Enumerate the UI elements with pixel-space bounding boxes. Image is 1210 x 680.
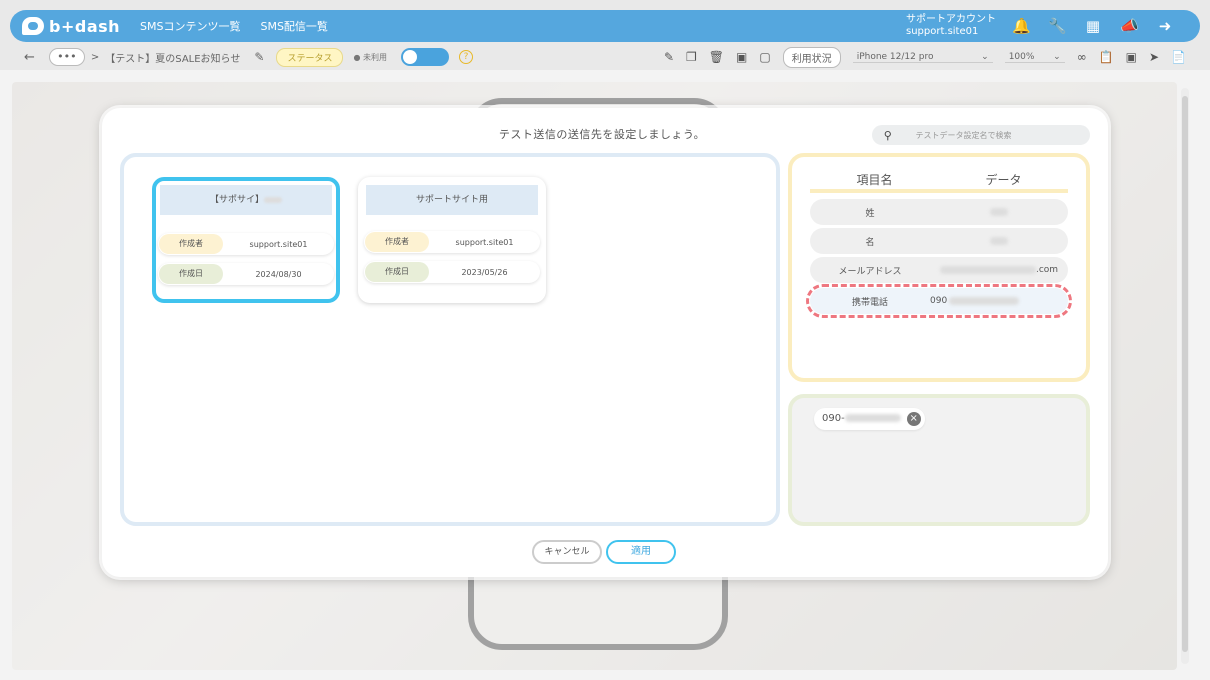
usage-button[interactable]: 利用状況 bbox=[782, 46, 841, 68]
document-icon[interactable]: 📄 bbox=[1171, 50, 1186, 64]
date-label: 作成日 bbox=[365, 262, 429, 282]
data-key: メールアドレス bbox=[838, 266, 902, 277]
grid-icon[interactable]: ▦ bbox=[1084, 17, 1102, 35]
trash-icon[interactable]: 🗑 bbox=[709, 50, 724, 64]
nav-sms-delivery[interactable]: SMS配信一覧 bbox=[260, 18, 327, 34]
data-value bbox=[930, 207, 1068, 217]
link-icon[interactable]: ∞ bbox=[1077, 50, 1087, 64]
toolbar-right: ✎ ❐ 🗑 ▣ ▢ 利用状況 iPhone 12/12 pro ⌄ 100% ⌄ ∞… bbox=[664, 46, 1186, 68]
archive-icon[interactable]: ▣ bbox=[736, 50, 747, 64]
account-name: サポートアカウント bbox=[906, 14, 996, 25]
copy-icon[interactable]: ❐ bbox=[686, 50, 697, 64]
data-value bbox=[930, 236, 1068, 246]
edit-icon[interactable]: ✎ bbox=[664, 50, 674, 64]
card-date-row: 作成日 2023/05/26 bbox=[364, 261, 540, 283]
test-data-card[interactable]: サポートサイト用 作成者 support.site01 作成日 2023/05/… bbox=[358, 177, 546, 303]
card-title: 【サポサイ】 bbox=[160, 185, 332, 215]
zoom-select-value: 100% bbox=[1008, 51, 1035, 62]
date-value: 2024/08/30 bbox=[255, 269, 302, 279]
logo-text: b+dash bbox=[49, 16, 121, 36]
search-input[interactable] bbox=[915, 130, 1090, 140]
apply-button[interactable]: 適用 bbox=[606, 540, 676, 564]
unused-label: 未利用 bbox=[362, 52, 387, 62]
logo[interactable]: b+dash bbox=[22, 17, 122, 36]
divider bbox=[810, 189, 1068, 193]
box-icon[interactable]: ▢ bbox=[759, 50, 770, 64]
card-date-row: 作成日 2024/08/30 bbox=[158, 263, 334, 285]
author-value: support.site01 bbox=[455, 237, 514, 247]
zoom-select[interactable]: 100% ⌄ bbox=[1004, 51, 1065, 63]
back-arrow-icon[interactable]: ← bbox=[24, 50, 35, 65]
chevron-down-icon: ⌄ bbox=[981, 51, 989, 62]
breadcrumb[interactable]: 【テスト】夏のSALEお知らせ bbox=[105, 50, 240, 65]
nav-sms-contents[interactable]: SMSコンテンツ一覧 bbox=[140, 18, 240, 34]
card-author-row: 作成者 support.site01 bbox=[158, 233, 334, 255]
send-icon[interactable]: ➤ bbox=[1149, 50, 1159, 64]
column-item: 項目名 bbox=[856, 173, 893, 187]
data-row-lastname: 姓 bbox=[810, 199, 1068, 225]
date-label: 作成日 bbox=[159, 264, 223, 284]
author-label: 作成者 bbox=[365, 232, 429, 252]
device-select[interactable]: iPhone 12/12 pro ⌄ bbox=[852, 51, 993, 63]
column-data: データ bbox=[985, 173, 1022, 187]
bell-icon[interactable]: 🔔 bbox=[1012, 17, 1031, 35]
search-box[interactable]: ⚲ bbox=[872, 125, 1090, 145]
cancel-button[interactable]: キャンセル bbox=[532, 540, 602, 564]
data-detail-panel: 項目名 データ 姓 名 メールアドレス .com 携帯電話 090 bbox=[788, 153, 1090, 382]
unused-status: ● 未利用 bbox=[353, 52, 387, 62]
close-icon[interactable]: × bbox=[906, 412, 921, 426]
test-data-card[interactable]: 【サポサイ】 作成者 support.site01 作成日 2024/08/30 bbox=[152, 177, 340, 303]
toolbar: ← ••• > 【テスト】夏のSALEお知らせ ✎ ステータス ● 未利用 ? … bbox=[10, 44, 1200, 70]
top-nav: SMSコンテンツ一覧 SMS配信一覧 bbox=[140, 18, 328, 34]
test-send-modal: テスト送信の送信先を設定しましょう。 ⚲ 【サポサイ】 作成者 support.… bbox=[102, 108, 1108, 577]
recipient-number: 090- bbox=[822, 413, 845, 424]
account-id: support.site01 bbox=[906, 26, 979, 37]
top-icons: 🔔 🔧 ▦ 📣 ➜ bbox=[1012, 17, 1174, 35]
search-icon: ⚲ bbox=[883, 128, 892, 142]
logo-icon bbox=[22, 17, 44, 35]
author-value: support.site01 bbox=[249, 239, 308, 249]
more-button[interactable]: ••• bbox=[48, 48, 85, 66]
author-label: 作成者 bbox=[159, 234, 223, 254]
highlight-dashed-frame bbox=[806, 284, 1072, 318]
data-key: 名 bbox=[865, 237, 875, 248]
chevron-down-icon: ⌄ bbox=[1053, 51, 1061, 62]
top-bar: b+dash SMSコンテンツ一覧 SMS配信一覧 サポートアカウント supp… bbox=[10, 10, 1200, 42]
logout-icon[interactable]: ➜ bbox=[1156, 17, 1174, 35]
data-row-email: メールアドレス .com bbox=[810, 257, 1068, 283]
pencil-icon[interactable]: ✎ bbox=[254, 50, 264, 64]
status-badge[interactable]: ステータス bbox=[276, 47, 344, 67]
help-icon[interactable]: ? bbox=[458, 50, 473, 64]
image-icon[interactable]: ▣ bbox=[1126, 50, 1137, 64]
account-info[interactable]: サポートアカウント support.site01 bbox=[906, 14, 996, 38]
test-data-list: 【サポサイ】 作成者 support.site01 作成日 2024/08/30… bbox=[120, 153, 780, 526]
card-title: サポートサイト用 bbox=[366, 185, 538, 215]
data-value: .com bbox=[930, 265, 1068, 275]
data-key: 姓 bbox=[865, 208, 875, 219]
data-table-header: 項目名 データ bbox=[810, 171, 1068, 188]
recipient-chip[interactable]: 090- × bbox=[814, 408, 925, 430]
date-value: 2023/05/26 bbox=[461, 267, 508, 277]
mode-toggle[interactable] bbox=[400, 48, 449, 66]
wrench-icon[interactable]: 🔧 bbox=[1048, 17, 1067, 35]
device-select-value: iPhone 12/12 pro bbox=[856, 51, 934, 62]
card-author-row: 作成者 support.site01 bbox=[364, 231, 540, 253]
breadcrumb-separator: > bbox=[90, 51, 100, 63]
clipboard-icon[interactable]: 📋 bbox=[1099, 50, 1114, 64]
data-row-firstname: 名 bbox=[810, 228, 1068, 254]
recipient-panel: 090- × bbox=[788, 394, 1090, 526]
megaphone-icon[interactable]: 📣 bbox=[1120, 17, 1139, 35]
